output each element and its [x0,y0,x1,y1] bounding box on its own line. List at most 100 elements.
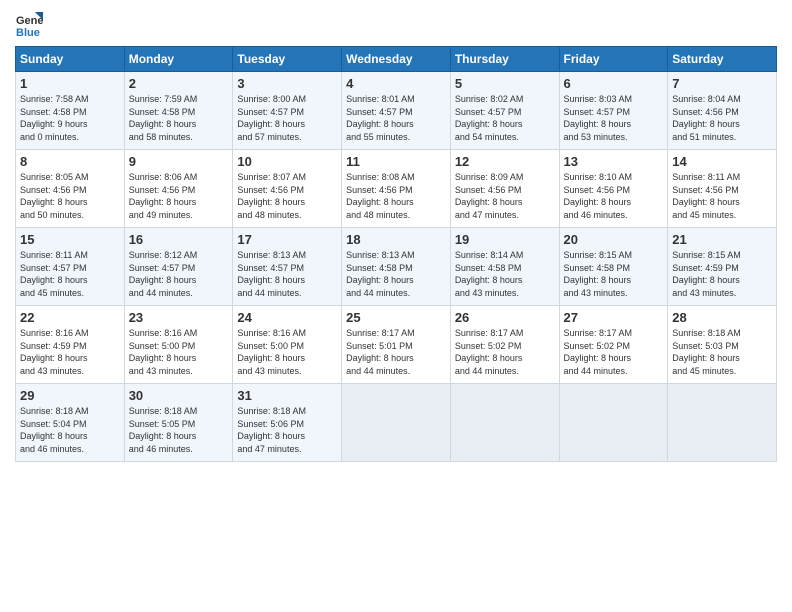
calendar-cell: 19 Sunrise: 8:14 AM Sunset: 4:58 PM Dayli… [450,228,559,306]
cell-info: Sunrise: 7:59 AM Sunset: 4:58 PM Dayligh… [129,93,229,143]
cell-info: Sunrise: 8:11 AM Sunset: 4:57 PM Dayligh… [20,249,120,299]
cell-info: Sunrise: 8:18 AM Sunset: 5:04 PM Dayligh… [20,405,120,455]
calendar-cell [559,384,668,462]
cell-info: Sunrise: 8:07 AM Sunset: 4:56 PM Dayligh… [237,171,337,221]
cell-info: Sunrise: 8:05 AM Sunset: 4:56 PM Dayligh… [20,171,120,221]
calendar-cell: 4 Sunrise: 8:01 AM Sunset: 4:57 PM Daylig… [342,72,451,150]
calendar-cell: 2Sunrise: 7:59 AM Sunset: 4:58 PM Daylig… [124,72,233,150]
calendar-week-row: 15 Sunrise: 8:11 AM Sunset: 4:57 PM Dayli… [16,228,777,306]
cell-info: Sunrise: 8:17 AM Sunset: 5:02 PM Dayligh… [455,327,555,377]
cell-info: Sunrise: 8:12 AM Sunset: 4:57 PM Dayligh… [129,249,229,299]
cell-info: Sunrise: 8:16 AM Sunset: 5:00 PM Dayligh… [237,327,337,377]
col-header-monday: Monday [124,47,233,72]
calendar-cell: 20Sunrise: 8:15 AM Sunset: 4:58 PM Dayli… [559,228,668,306]
calendar-week-row: 22 Sunrise: 8:16 AM Sunset: 4:59 PM Dayli… [16,306,777,384]
day-number: 28 [672,310,772,325]
day-number: 22 [20,310,120,325]
cell-info: Sunrise: 8:17 AM Sunset: 5:02 PM Dayligh… [564,327,664,377]
calendar-cell: 3 Sunrise: 8:00 AM Sunset: 4:57 PM Daylig… [233,72,342,150]
calendar-cell [668,384,777,462]
day-number: 3 [237,76,337,91]
day-number: 7 [672,76,772,91]
cell-info: Sunrise: 8:00 AM Sunset: 4:57 PM Dayligh… [237,93,337,143]
cell-info: Sunrise: 8:14 AM Sunset: 4:58 PM Dayligh… [455,249,555,299]
calendar-cell: 22 Sunrise: 8:16 AM Sunset: 4:59 PM Dayli… [16,306,125,384]
calendar-cell [342,384,451,462]
calendar-cell: 29 Sunrise: 8:18 AM Sunset: 5:04 PM Dayli… [16,384,125,462]
calendar-week-row: 1 Sunrise: 7:58 AM Sunset: 4:58 PM Daylig… [16,72,777,150]
day-number: 10 [237,154,337,169]
calendar-cell: 6 Sunrise: 8:03 AM Sunset: 4:57 PM Daylig… [559,72,668,150]
cell-info: Sunrise: 8:16 AM Sunset: 5:00 PM Dayligh… [129,327,229,377]
cell-info: Sunrise: 8:03 AM Sunset: 4:57 PM Dayligh… [564,93,664,143]
day-number: 16 [129,232,229,247]
cell-info: Sunrise: 8:18 AM Sunset: 5:03 PM Dayligh… [672,327,772,377]
day-number: 15 [20,232,120,247]
day-number: 1 [20,76,120,91]
day-number: 13 [564,154,664,169]
calendar-cell: 30 Sunrise: 8:18 AM Sunset: 5:05 PM Dayli… [124,384,233,462]
day-number: 29 [20,388,120,403]
calendar-cell: 9 Sunrise: 8:06 AM Sunset: 4:56 PM Daylig… [124,150,233,228]
svg-text:General: General [16,15,43,27]
calendar-cell: 17Sunrise: 8:13 AM Sunset: 4:57 PM Dayli… [233,228,342,306]
calendar-cell: 25Sunrise: 8:17 AM Sunset: 5:01 PM Dayli… [342,306,451,384]
day-number: 23 [129,310,229,325]
day-number: 21 [672,232,772,247]
cell-info: Sunrise: 8:10 AM Sunset: 4:56 PM Dayligh… [564,171,664,221]
cell-info: Sunrise: 8:04 AM Sunset: 4:56 PM Dayligh… [672,93,772,143]
page-container: General Blue SundayMondayTuesdayWednesda… [0,0,792,467]
day-number: 4 [346,76,446,91]
calendar-week-row: 29 Sunrise: 8:18 AM Sunset: 5:04 PM Dayli… [16,384,777,462]
day-number: 18 [346,232,446,247]
calendar-cell: 11Sunrise: 8:08 AM Sunset: 4:56 PM Dayli… [342,150,451,228]
day-number: 20 [564,232,664,247]
day-number: 24 [237,310,337,325]
cell-info: Sunrise: 8:11 AM Sunset: 4:56 PM Dayligh… [672,171,772,221]
cell-info: Sunrise: 8:13 AM Sunset: 4:57 PM Dayligh… [237,249,337,299]
cell-info: Sunrise: 8:15 AM Sunset: 4:59 PM Dayligh… [672,249,772,299]
col-header-thursday: Thursday [450,47,559,72]
calendar-cell: 18 Sunrise: 8:13 AM Sunset: 4:58 PM Dayli… [342,228,451,306]
calendar-cell: 12 Sunrise: 8:09 AM Sunset: 4:56 PM Dayli… [450,150,559,228]
calendar-cell: 16 Sunrise: 8:12 AM Sunset: 4:57 PM Dayli… [124,228,233,306]
calendar-cell: 26Sunrise: 8:17 AM Sunset: 5:02 PM Dayli… [450,306,559,384]
col-header-friday: Friday [559,47,668,72]
day-number: 14 [672,154,772,169]
calendar-header-row: SundayMondayTuesdayWednesdayThursdayFrid… [16,47,777,72]
day-number: 11 [346,154,446,169]
cell-info: Sunrise: 8:01 AM Sunset: 4:57 PM Dayligh… [346,93,446,143]
cell-info: Sunrise: 8:13 AM Sunset: 4:58 PM Dayligh… [346,249,446,299]
cell-info: Sunrise: 7:58 AM Sunset: 4:58 PM Dayligh… [20,93,120,143]
day-number: 25 [346,310,446,325]
day-number: 31 [237,388,337,403]
calendar-cell: 8Sunrise: 8:05 AM Sunset: 4:56 PM Daylig… [16,150,125,228]
calendar-cell: 23 Sunrise: 8:16 AM Sunset: 5:00 PM Dayli… [124,306,233,384]
calendar-cell: 28 Sunrise: 8:18 AM Sunset: 5:03 PM Dayli… [668,306,777,384]
calendar-cell: 13 Sunrise: 8:10 AM Sunset: 4:56 PM Dayli… [559,150,668,228]
cell-info: Sunrise: 8:09 AM Sunset: 4:56 PM Dayligh… [455,171,555,221]
cell-info: Sunrise: 8:02 AM Sunset: 4:57 PM Dayligh… [455,93,555,143]
calendar-cell: 21 Sunrise: 8:15 AM Sunset: 4:59 PM Dayli… [668,228,777,306]
calendar-cell: 7 Sunrise: 8:04 AM Sunset: 4:56 PM Daylig… [668,72,777,150]
day-number: 12 [455,154,555,169]
calendar-cell: 1 Sunrise: 7:58 AM Sunset: 4:58 PM Daylig… [16,72,125,150]
day-number: 6 [564,76,664,91]
cell-info: Sunrise: 8:06 AM Sunset: 4:56 PM Dayligh… [129,171,229,221]
day-number: 5 [455,76,555,91]
logo-icon: General Blue [15,10,43,38]
day-number: 9 [129,154,229,169]
cell-info: Sunrise: 8:18 AM Sunset: 5:05 PM Dayligh… [129,405,229,455]
calendar-cell: 5 Sunrise: 8:02 AM Sunset: 4:57 PM Daylig… [450,72,559,150]
col-header-tuesday: Tuesday [233,47,342,72]
calendar-cell: 24 Sunrise: 8:16 AM Sunset: 5:00 PM Dayli… [233,306,342,384]
day-number: 19 [455,232,555,247]
calendar-week-row: 8Sunrise: 8:05 AM Sunset: 4:56 PM Daylig… [16,150,777,228]
calendar-cell: 15 Sunrise: 8:11 AM Sunset: 4:57 PM Dayli… [16,228,125,306]
cell-info: Sunrise: 8:16 AM Sunset: 4:59 PM Dayligh… [20,327,120,377]
col-header-saturday: Saturday [668,47,777,72]
col-header-wednesday: Wednesday [342,47,451,72]
calendar-table: SundayMondayTuesdayWednesdayThursdayFrid… [15,46,777,462]
calendar-cell [450,384,559,462]
day-number: 30 [129,388,229,403]
